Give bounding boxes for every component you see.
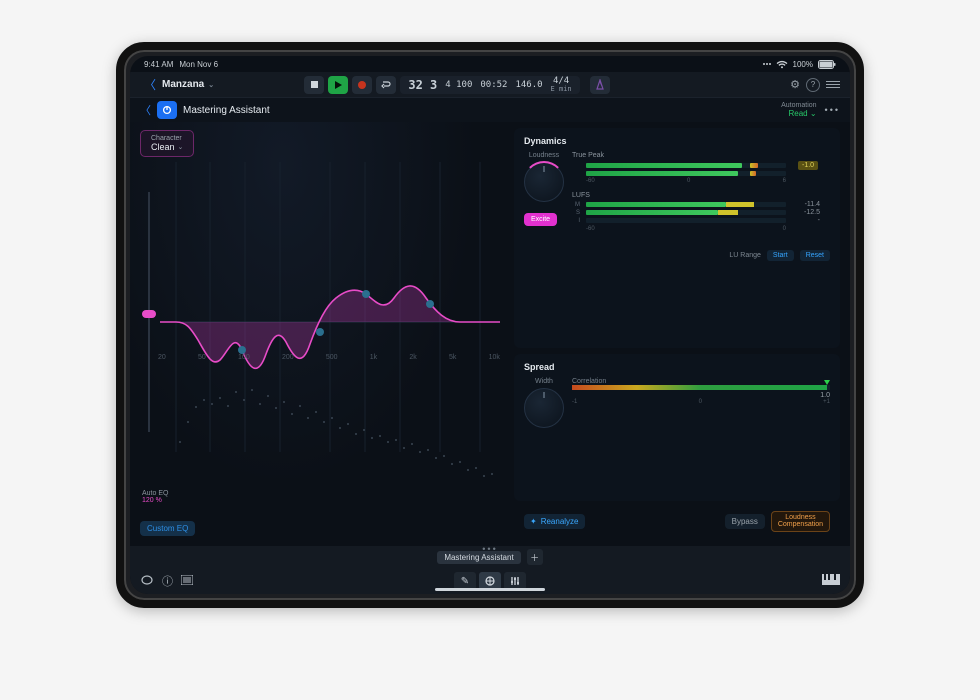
lcd-time: 00:52 [480,80,507,90]
plugin-back-button[interactable]: 〈 [140,102,151,118]
width-label: Width [535,378,553,385]
lcd-subdiv: 4 100 [445,80,472,90]
status-bar: 9:41 AM Mon Nov 6 100% [130,56,850,72]
status-time: 9:41 AM [144,60,173,69]
spread-panel: Spread Width Correlation [514,354,840,501]
reanalyze-button[interactable]: ✦ Reanalyze [524,514,585,529]
project-title[interactable]: Manzana ⌄ [162,79,214,90]
stop-button[interactable] [304,76,324,94]
lu-reset-button[interactable]: Reset [800,250,830,261]
correlation-label: Correlation [572,378,830,385]
auto-eq-readout: Auto EQ 120 % [142,490,168,504]
cycle-button[interactable] [376,76,396,94]
plugin-name: Mastering Assistant [183,105,270,116]
expand-icon: ⌄ [208,81,214,89]
app-toolbar: 〈 Manzana ⌄ 32 3 4 100 00:52 146.0 [130,72,850,98]
home-indicator[interactable] [435,588,545,591]
status-date: Mon Nov 6 [179,60,218,69]
info-icon[interactable]: ⓘ [162,573,173,589]
project-title-text: Manzana [162,79,204,90]
more-menu-icon[interactable]: ••• [825,105,840,115]
view-menu-icon[interactable] [826,81,840,88]
lcd-sig: 4/4 E min [551,77,572,93]
lu-range-label: LU Range [729,252,761,259]
settings-icon[interactable]: ⚙︎ [790,78,800,91]
play-button[interactable] [328,76,348,94]
width-knob[interactable] [524,388,564,428]
correlation-meter: 1.0 -1 0 +1 [572,385,830,405]
lcd-bar-beat: 32 3 [408,78,437,92]
record-button[interactable] [352,76,372,94]
battery-icon [818,60,836,69]
plugin-tab[interactable]: Mastering Assistant [437,551,520,564]
plugin-body: Character Clean⌄ [130,122,850,542]
metronome-button[interactable] [590,76,610,94]
automation-label: Automation [781,102,816,109]
action-row: ✦ Reanalyze Bypass Loudness Compensation [514,507,840,536]
spread-title: Spread [524,362,830,372]
battery-percent: 100% [793,60,813,69]
screen: 9:41 AM Mon Nov 6 100% 〈 Manzana ⌄ [130,56,850,594]
loudness-comp-button[interactable]: Loudness Compensation [771,511,830,532]
loudness-label: Loudness [529,152,559,159]
grab-handle-icon[interactable]: ••• [482,544,497,554]
eq-x-axis: 2050 100200 5001k 2k5k 10k [158,354,500,361]
lcd-tempo: 146.0 [515,80,542,90]
correlation-value: 1.0 [820,392,830,399]
transport-controls: 32 3 4 100 00:52 146.0 4/4 E min [304,76,609,94]
bottom-toolbar: ⓘ ✎ [130,568,850,594]
custom-eq-button[interactable]: Custom EQ [140,521,195,536]
recent-apps-dots [763,63,771,65]
dynamics-title: Dynamics [524,136,830,146]
eq-graph[interactable] [130,122,510,542]
plugin-power-button[interactable] [157,101,177,119]
plugin-header: 〈 Mastering Assistant Automation Read ⌄ … [130,98,850,122]
dynamics-panel: Dynamics Loudness Excite True Peak [514,128,840,348]
plugin-tab-row: ••• Mastering Assistant ＋ [130,546,850,568]
excite-button[interactable]: Excite [524,213,557,226]
sparkle-icon: ✦ [530,517,537,526]
add-plugin-button[interactable]: ＋ [527,549,543,565]
true-peak-meter: True Peak -1.0 [572,152,830,184]
automation-value[interactable]: Read ⌄ [788,109,816,118]
bypass-button[interactable]: Bypass [725,514,765,529]
back-button[interactable]: 〈 [140,76,160,93]
ipad-frame: 9:41 AM Mon Nov 6 100% 〈 Manzana ⌄ [116,42,864,608]
lufs-meter: LUFS M -11.4 S [572,192,830,232]
right-column: Dynamics Loudness Excite True Peak [510,122,850,542]
lcd-display[interactable]: 32 3 4 100 00:52 146.0 4/4 E min [400,76,579,94]
list-icon[interactable] [181,575,193,588]
lu-start-button[interactable]: Start [767,250,794,261]
keyboard-icon[interactable] [822,574,840,588]
loop-browser-icon[interactable] [140,574,154,589]
eq-panel: Character Clean⌄ [130,122,510,542]
wifi-icon [776,60,788,69]
loudness-knob[interactable] [524,162,564,202]
true-peak-value: -1.0 [798,161,818,170]
help-icon[interactable]: ? [806,78,820,92]
